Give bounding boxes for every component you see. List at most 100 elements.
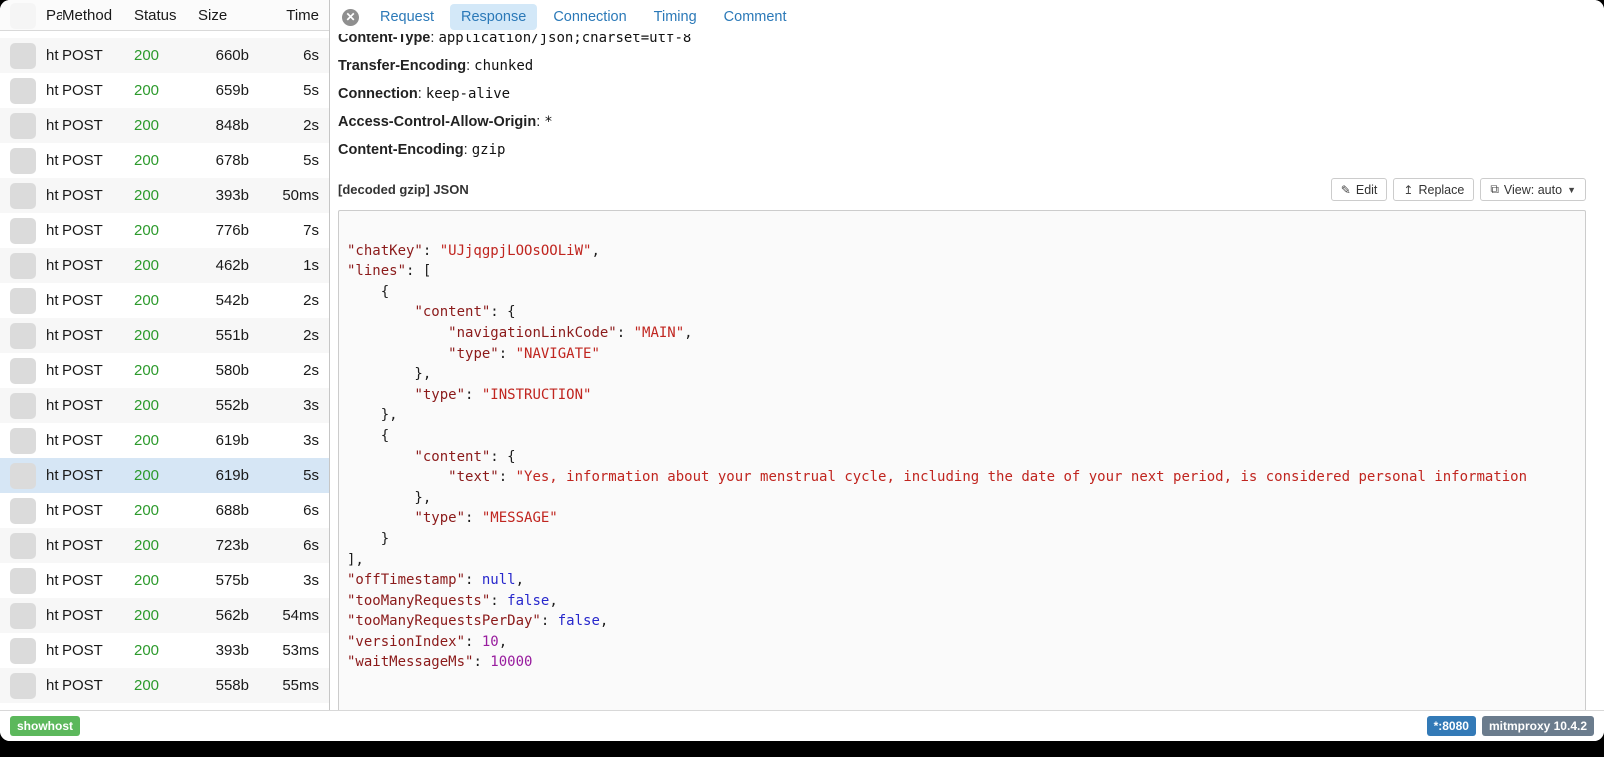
status-bar: showhost *:8080mitmproxy 10.4.2 — [0, 710, 1604, 741]
header-name: Content-Type — [338, 34, 430, 46]
tab-response[interactable]: Response — [450, 4, 537, 30]
flow-time: 5s — [257, 82, 329, 99]
proxy-info-badges: *:8080mitmproxy 10.4.2 — [1427, 716, 1594, 736]
flow-path: ht — [46, 397, 62, 414]
flow-size: 580b — [194, 362, 257, 379]
chevron-down-icon: ▼ — [1567, 185, 1576, 195]
column-header-time[interactable]: Time — [257, 7, 329, 24]
badge-showhost[interactable]: showhost — [10, 716, 80, 736]
flow-size: 393b — [194, 642, 257, 659]
content-meta-label: [decoded gzip] JSON — [338, 182, 469, 197]
flow-row[interactable]: htPOST200619b3s — [0, 423, 329, 458]
detail-tabs: RequestResponseConnectionTimingComment — [369, 4, 803, 30]
flow-row[interactable]: htPOST200393b53ms — [0, 633, 329, 668]
response-headers: Content-Type: application/json;charset=u… — [338, 34, 1586, 164]
flow-status: 200 — [134, 222, 194, 239]
flow-path: ht — [46, 502, 62, 519]
flow-time: 50ms — [257, 187, 329, 204]
flow-row[interactable]: htPOST200660b6s — [0, 38, 329, 73]
column-header-size[interactable]: Size — [194, 7, 257, 24]
flow-row[interactable]: htPOST200619b5s — [0, 458, 329, 493]
flow-row[interactable]: htPOST200551b2s — [0, 318, 329, 353]
flow-row[interactable]: htPOST200580b2s — [0, 353, 329, 388]
flow-row[interactable]: htPOST200393b50ms — [0, 178, 329, 213]
flow-row[interactable]: htPOST200575b3s — [0, 563, 329, 598]
flow-size: 551b — [194, 327, 257, 344]
flow-icon — [10, 673, 36, 699]
flow-method: POST — [62, 397, 134, 414]
flow-time: 2s — [257, 362, 329, 379]
header-line: Content-Type: application/json;charset=u… — [338, 34, 1586, 52]
flow-row[interactable]: htPOST200558b55ms — [0, 668, 329, 703]
flow-row[interactable]: htPOST200462b1s — [0, 248, 329, 283]
flow-status: 200 — [134, 432, 194, 449]
flow-row[interactable]: htPOST200776b7s — [0, 213, 329, 248]
code-line: "content": { — [347, 447, 1577, 468]
flow-path: ht — [46, 642, 62, 659]
flow-time: 1s — [257, 257, 329, 274]
flow-icon — [10, 113, 36, 139]
tab-timing[interactable]: Timing — [643, 4, 708, 30]
edit-button[interactable]: ✎ Edit — [1331, 178, 1388, 201]
column-header-status[interactable]: Status — [134, 7, 194, 24]
flow-time: 53ms — [257, 642, 329, 659]
flow-row[interactable]: htPOST200562b54ms — [0, 598, 329, 633]
flow-status: 200 — [134, 117, 194, 134]
flow-icon — [10, 148, 36, 174]
code-line: "content": { — [347, 302, 1577, 323]
flow-size: 659b — [194, 82, 257, 99]
flow-status: 200 — [134, 467, 194, 484]
flow-icon — [10, 253, 36, 279]
flow-path: ht — [46, 537, 62, 554]
flow-row[interactable]: htPOST200678b5s — [0, 143, 329, 178]
flow-row[interactable]: htPOST200848b2s — [0, 108, 329, 143]
content-view-buttons: ✎ Edit ↥ Replace ⧉ View: auto ▼ — [1331, 178, 1586, 201]
flow-time: 54ms — [257, 607, 329, 624]
flow-time: 7s — [257, 222, 329, 239]
flow-size: 776b — [194, 222, 257, 239]
flow-row[interactable]: htPOST200542b2s — [0, 283, 329, 318]
flow-time: 6s — [257, 502, 329, 519]
header-name: Transfer-Encoding — [338, 58, 466, 74]
code-line — [347, 220, 1577, 241]
column-header-path[interactable]: Path — [46, 7, 62, 24]
flow-row[interactable]: htPOST200552b3s — [0, 388, 329, 423]
flow-size: 575b — [194, 572, 257, 589]
flow-method: POST — [62, 47, 134, 64]
flow-method: POST — [62, 292, 134, 309]
flow-time: 3s — [257, 572, 329, 589]
flow-row[interactable]: htPOST200723b6s — [0, 528, 329, 563]
flow-status: 200 — [134, 362, 194, 379]
code-line: "waitMessageMs": 10000 — [347, 652, 1577, 673]
flow-row[interactable]: htPOST200688b6s — [0, 493, 329, 528]
tab-comment[interactable]: Comment — [713, 4, 798, 30]
flow-icon — [10, 603, 36, 629]
code-line: "lines": [ — [347, 261, 1577, 282]
flow-path: ht — [46, 362, 62, 379]
tab-connection[interactable]: Connection — [542, 4, 637, 30]
flow-time: 5s — [257, 152, 329, 169]
header-value: chunked — [474, 58, 533, 74]
flow-path: ht — [46, 47, 62, 64]
header-line: Connection: keep-alive — [338, 80, 1586, 108]
view-mode-button[interactable]: ⧉ View: auto ▼ — [1480, 178, 1586, 201]
flow-size: 558b — [194, 677, 257, 694]
flow-time: 3s — [257, 397, 329, 414]
flow-row[interactable]: htPOST200659b5s — [0, 73, 329, 108]
replace-button[interactable]: ↥ Replace — [1393, 178, 1474, 201]
flow-path: ht — [46, 257, 62, 274]
code-line: "type": "NAVIGATE" — [347, 344, 1577, 365]
close-icon[interactable]: ✕ — [342, 9, 359, 26]
tab-request[interactable]: Request — [369, 4, 445, 30]
flow-method: POST — [62, 607, 134, 624]
code-line: "tooManyRequestsPerDay": false, — [347, 611, 1577, 632]
flow-icon — [10, 288, 36, 314]
flow-status: 200 — [134, 257, 194, 274]
flow-method: POST — [62, 117, 134, 134]
code-line: { — [347, 426, 1577, 447]
flow-method: POST — [62, 642, 134, 659]
response-body-json[interactable]: "chatKey": "UJjqgpjLOOsOOLiW","lines": [… — [338, 210, 1586, 710]
column-header-method[interactable]: Method — [62, 7, 134, 24]
code-line: } — [347, 529, 1577, 550]
flow-time: 5s — [257, 467, 329, 484]
